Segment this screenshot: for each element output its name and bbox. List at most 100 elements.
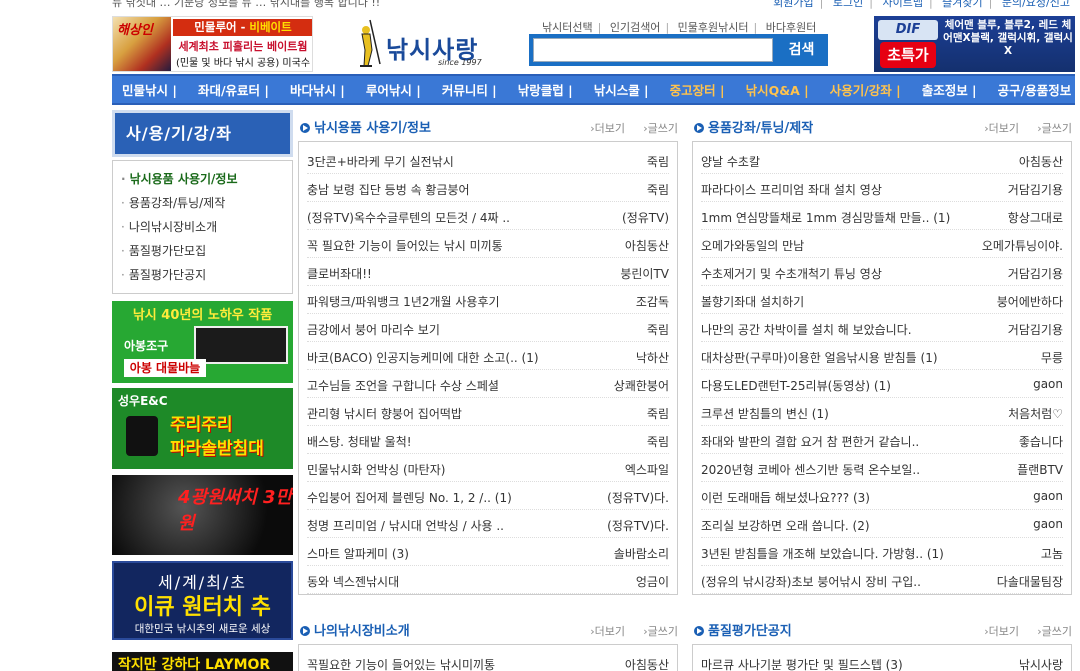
post-author[interactable]: (정유TV)다.	[607, 489, 669, 506]
board-title[interactable]: 낚시용품 사용기/정보	[300, 117, 431, 136]
post-title[interactable]: 꼭 필요한 기능이 들어있는 낚시 미끼통	[307, 237, 572, 254]
ad-banner-laymor[interactable]: 작지만 강하다 LAYMOR	[112, 652, 293, 671]
write-link[interactable]: ›글쓰기	[643, 120, 678, 136]
post-title[interactable]: 관리형 낚시터 향붕어 집어떡밥	[307, 405, 572, 422]
search-link-sea-spot[interactable]: 바다후원터	[766, 21, 817, 34]
post-author[interactable]: 죽림	[647, 181, 669, 198]
post-author[interactable]: 죽림	[647, 153, 669, 170]
post-author[interactable]: 거담김기용	[1008, 181, 1063, 198]
post-title[interactable]: 바코(BACO) 인공지능케미에 대한 소고(.. (1)	[307, 349, 572, 366]
sidebar-item-tester-recruit[interactable]: · 품질평가단모집	[121, 239, 284, 263]
post-title[interactable]: 이런 도래매듭 해보셨나요??? (3)	[701, 489, 966, 506]
post-title[interactable]: 수입붕어 집어제 블렌딩 No. 1, 2 /.. (1)	[307, 489, 572, 506]
more-link[interactable]: ›더보기	[984, 623, 1019, 639]
post-title[interactable]: 파워탱크/파워뱅크 1년2개월 사용후기	[307, 293, 572, 310]
post-title[interactable]: 금강에서 붕어 마리수 보기	[307, 321, 572, 338]
post-author[interactable]: 오메가튜닝이야.	[982, 237, 1063, 254]
post-author[interactable]: 엑스파일	[625, 461, 669, 478]
post-title[interactable]: 수초제거기 및 수초개척기 튜닝 영상	[701, 265, 966, 282]
sitemap-link[interactable]: 사이트맵	[882, 0, 922, 9]
nav-item[interactable]: 민물낚시 |	[122, 80, 177, 99]
more-link[interactable]: ›더보기	[590, 623, 625, 639]
join-link[interactable]: 회원가입	[773, 0, 813, 9]
post-title[interactable]: 스마트 알파케미 (3)	[307, 545, 572, 562]
ad-banner-seongwoo[interactable]: 성우E&C 주리주리 파라솔받침대	[112, 388, 293, 469]
post-author[interactable]: 낚시사랑	[1019, 656, 1063, 671]
post-author[interactable]: gaon	[1033, 489, 1063, 503]
post-title[interactable]: (정유의 낚시강좌)초보 붕어낚시 장비 구입..	[701, 573, 966, 590]
contact-link[interactable]: 문의/요청/신고	[1002, 0, 1070, 9]
post-title[interactable]: 크루션 받침틀의 변신 (1)	[701, 405, 966, 422]
post-title[interactable]: 조리실 보강하면 오래 씁니다. (2)	[701, 517, 966, 534]
post-author[interactable]: 붕린이TV	[620, 265, 669, 282]
post-title[interactable]: 민물낚시화 언박싱 (마탄자)	[307, 461, 572, 478]
sidebar-item-tuning[interactable]: · 용품강좌/튜닝/제작	[121, 191, 284, 215]
ad-banner-abong[interactable]: 낚시 40년의 노하우 작품 아봉조구 아봉 대물바늘	[112, 301, 293, 383]
post-author[interactable]: 솔바람소리	[614, 545, 669, 562]
post-title[interactable]: 클로버좌대!!	[307, 265, 572, 282]
post-author[interactable]: 다솔대물팀장	[997, 573, 1063, 590]
login-link[interactable]: 로그인	[833, 0, 863, 9]
post-author[interactable]: 무릉	[1041, 349, 1063, 366]
nav-item[interactable]: 낚랑클럽 |	[518, 80, 573, 99]
post-author[interactable]: 플랜BTV	[1017, 461, 1063, 478]
post-author[interactable]: 조감독	[636, 293, 669, 310]
post-author[interactable]: 거담김기용	[1008, 321, 1063, 338]
nav-item[interactable]: 출조정보 |	[922, 80, 977, 99]
post-title[interactable]: 오메가와동일의 만남	[701, 237, 966, 254]
post-title[interactable]: 대차상판(구루마)이용한 얼음낚시용 받침틀 (1)	[701, 349, 966, 366]
post-title[interactable]: 볼향기좌대 설치하기	[701, 293, 966, 310]
post-author[interactable]: 죽림	[647, 405, 669, 422]
post-author[interactable]: 고놈	[1041, 545, 1063, 562]
post-title[interactable]: 양날 수초칼	[701, 153, 966, 170]
post-author[interactable]: 좋습니다	[1019, 433, 1063, 450]
post-author[interactable]: 낙하산	[636, 349, 669, 366]
post-author[interactable]: 죽림	[647, 433, 669, 450]
post-title[interactable]: 3단콘+바라케 무기 실전낚시	[307, 153, 572, 170]
post-title[interactable]: 고수님들 조언을 구합니다 수상 스페셜	[307, 377, 572, 394]
search-link-popular[interactable]: 인기검색어	[610, 21, 661, 34]
post-author[interactable]: gaon	[1033, 377, 1063, 391]
post-title[interactable]: 2020년형 코베아 센스기반 동력 온수보일..	[701, 461, 966, 478]
post-author[interactable]: 처음처럼♡	[1008, 405, 1063, 422]
board-title[interactable]: 용품강좌/튜닝/제작	[694, 117, 813, 136]
ad-banner-right[interactable]: DIF 초특가 체어맨 블루, 블루2, 레드 체어맨X블랙, 갤럭시휘, 갤럭…	[874, 16, 1075, 72]
write-link[interactable]: ›글쓰기	[1037, 623, 1072, 639]
sidebar-item-tester-notice[interactable]: · 품질평가단공지	[121, 263, 284, 287]
ad-banner-eq-sinker[interactable]: 세/계/최/초 이큐 원터치 추 대한민국 낚시추의 새로운 세상	[112, 561, 293, 640]
post-title[interactable]: (정유TV)옥수수글루텐의 모든것 / 4짜 ..	[307, 209, 572, 226]
nav-item[interactable]: 낚시스쿨 |	[594, 80, 649, 99]
post-title[interactable]: 배스탕. 청태밭 울척!	[307, 433, 572, 450]
nav-item[interactable]: 루어낚시 |	[366, 80, 421, 99]
post-title[interactable]: 충남 보령 집단 등벙 속 황금붕어	[307, 181, 572, 198]
post-title[interactable]: 꼭필요한 기능이 들어있는 낚시미끼통	[307, 656, 572, 671]
post-author[interactable]: 죽림	[647, 321, 669, 338]
post-title[interactable]: 청명 프리미엄 / 낚시대 언박싱 / 사용 ..	[307, 517, 572, 534]
site-logo[interactable]: 낚시사랑 since 1997	[352, 16, 492, 70]
post-author[interactable]: 엉금이	[636, 573, 669, 590]
post-title[interactable]: 마르큐 사나기분 평가단 및 필드스텝 (3)	[701, 656, 966, 671]
post-title[interactable]: 좌대와 발판의 결합 요거 참 편한거 같습니..	[701, 433, 966, 450]
nav-item[interactable]: 공구/용품정보 |	[998, 80, 1080, 99]
post-title[interactable]: 나만의 공간 차박이를 설치 해 보았습니다.	[701, 321, 966, 338]
write-link[interactable]: ›글쓰기	[1037, 120, 1072, 136]
post-title[interactable]: 동와 넥스젠낚시대	[307, 573, 572, 590]
sidebar-item-gear-review[interactable]: · 낚시용품 사용기/정보	[121, 167, 284, 191]
ad-banner-left[interactable]: 해상인 민물루어 - 비베이트 세계최초 피흘리는 베이트웜 (민물 및 바다 …	[112, 16, 313, 72]
board-title[interactable]: 품질평가단공지	[694, 620, 792, 639]
more-link[interactable]: ›더보기	[984, 120, 1019, 136]
post-author[interactable]: 거담김기용	[1008, 265, 1063, 282]
search-input[interactable]	[533, 38, 773, 62]
post-author[interactable]: 아침동산	[1019, 153, 1063, 170]
nav-item[interactable]: 커뮤니티 |	[442, 80, 497, 99]
more-link[interactable]: ›더보기	[590, 120, 625, 136]
nav-item[interactable]: 바다낚시 |	[290, 80, 345, 99]
post-author[interactable]: (정유TV)다.	[607, 517, 669, 534]
nav-item[interactable]: 사용기/강좌 |	[830, 80, 901, 99]
search-button[interactable]: 검색	[777, 36, 826, 64]
nav-item[interactable]: 낚시Q&A |	[746, 80, 809, 99]
write-link[interactable]: ›글쓰기	[643, 623, 678, 639]
post-author[interactable]: 항상그대로	[1008, 209, 1063, 226]
post-author[interactable]: 아침동산	[625, 656, 669, 671]
nav-item[interactable]: 중고장터 |	[670, 80, 725, 99]
